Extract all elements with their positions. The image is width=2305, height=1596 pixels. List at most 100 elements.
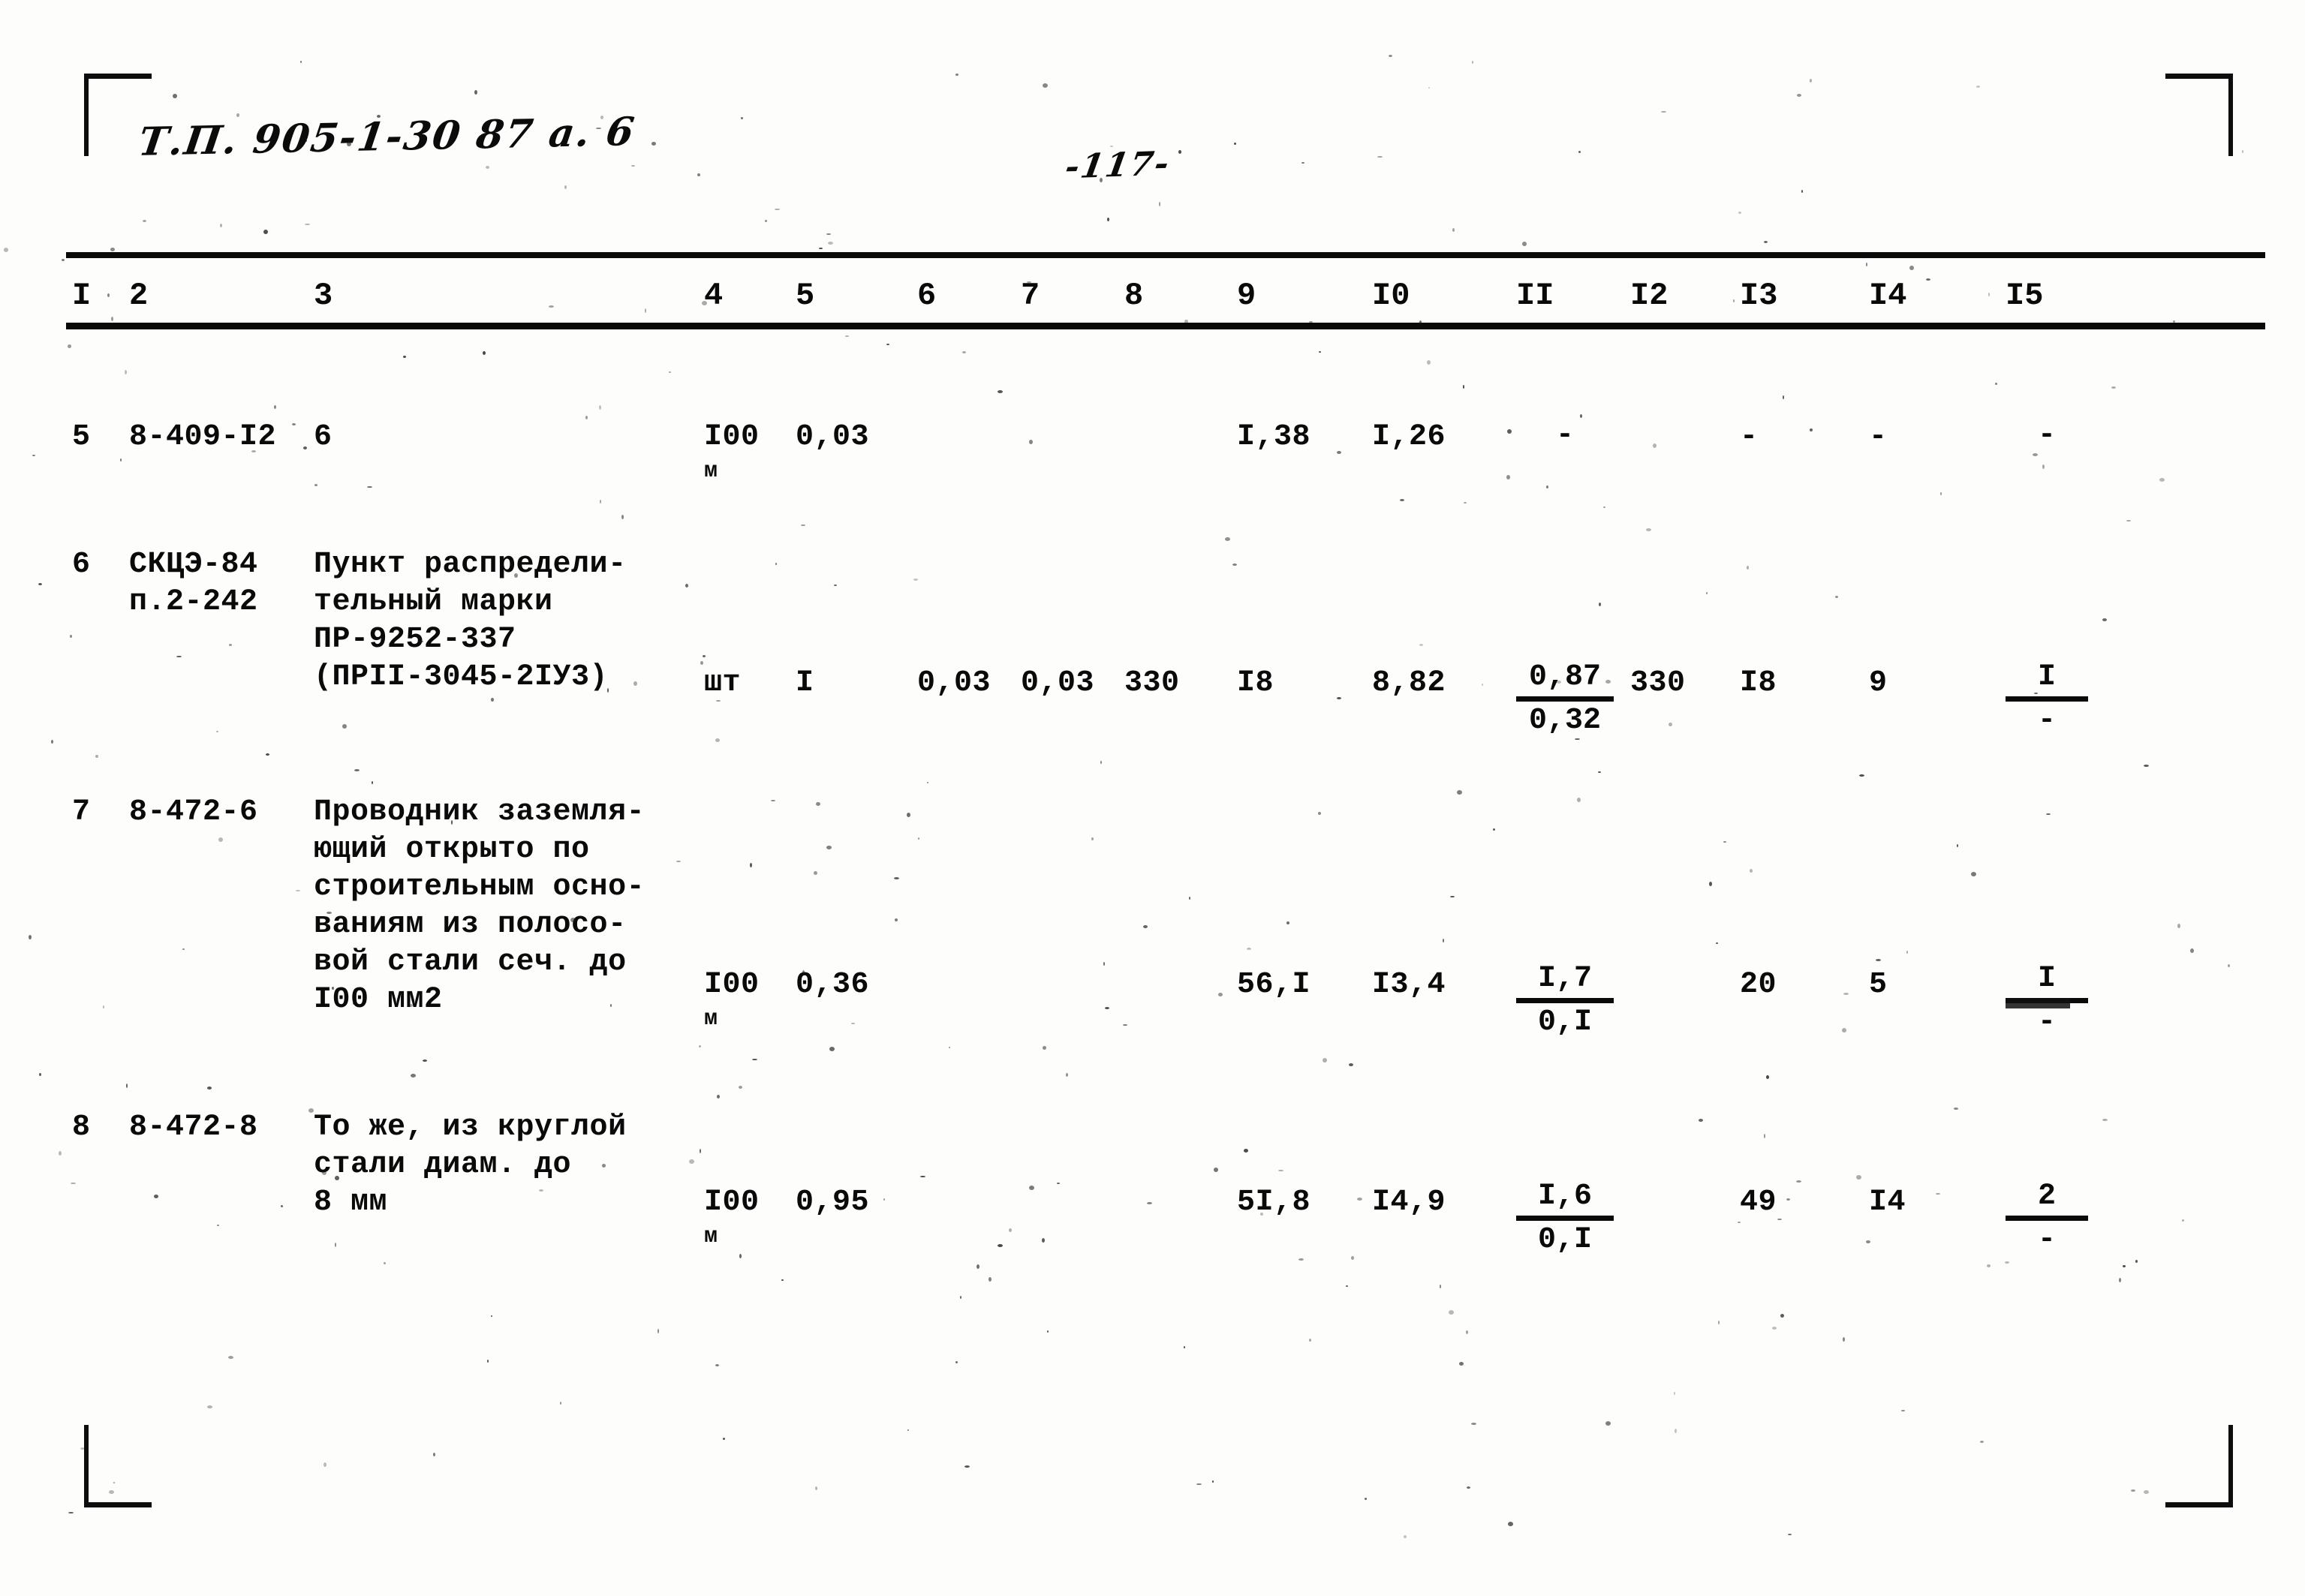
- scan-speckle: [1786, 1198, 1790, 1201]
- scan-speckle: [1286, 921, 1289, 924]
- table-row-value-col5: 0,36: [796, 968, 870, 1002]
- scan-speckle: [1100, 761, 1102, 764]
- table-row-value-col11-divider: [1516, 998, 1614, 1003]
- scan-speckle: [1777, 1219, 1782, 1220]
- scan-speckle: [775, 563, 777, 565]
- table-row-value-col9: I,38: [1237, 420, 1311, 454]
- table-row-description: Проводник заземля- ющий открыто по строи…: [314, 795, 645, 1017]
- scan-speckle: [1318, 812, 1321, 815]
- table-column-number-13: I3: [1740, 278, 1778, 314]
- scan-speckle: [815, 1486, 817, 1490]
- scan-speckle: [1764, 1134, 1765, 1138]
- scan-speckle: [1346, 1285, 1348, 1287]
- scan-speckle: [895, 918, 898, 921]
- scan-speckle: [920, 1176, 925, 1177]
- table-row-value-col10: I3,4: [1372, 968, 1446, 1002]
- scan-speckle: [1674, 1392, 1675, 1395]
- scan-speckle: [989, 1277, 992, 1282]
- scan-speckle: [305, 140, 307, 142]
- table-row-unit: шт: [704, 665, 741, 702]
- scan-speckle: [715, 738, 720, 742]
- table-row-value-col15: 2-: [2006, 1180, 2088, 1258]
- scan-speckle: [1835, 596, 1838, 598]
- scan-speckle: [71, 1183, 76, 1184]
- scan-speckle: [1443, 939, 1444, 942]
- scan-speckle: [964, 1465, 970, 1468]
- scan-speckle: [828, 242, 833, 245]
- scan-speckle: [699, 1045, 701, 1047]
- scan-speckle: [1178, 150, 1181, 154]
- scan-speckle: [1522, 242, 1527, 246]
- scan-speckle: [1646, 528, 1651, 531]
- scan-speckle: [2177, 924, 2180, 928]
- table-row-value-col11: I,6 0,I: [1516, 1180, 1614, 1258]
- scan-speckle: [886, 344, 889, 345]
- scan-speckle: [1940, 492, 1942, 495]
- scan-speckle: [775, 209, 780, 210]
- scan-speckle: [1810, 428, 1813, 431]
- scan-speckle: [1909, 266, 1914, 270]
- scan-speckle: [750, 863, 752, 867]
- scan-speckle: [263, 230, 268, 234]
- table-column-number-9: 9: [1237, 278, 1256, 314]
- scan-speckle: [723, 1438, 725, 1440]
- scan-speckle: [2034, 693, 2038, 694]
- scan-speckle: [173, 94, 177, 98]
- scan-speckle: [1599, 603, 1601, 606]
- scan-speckle: [1100, 178, 1103, 182]
- scan-speckle: [217, 1225, 219, 1226]
- scan-speckle: [228, 1356, 233, 1359]
- scan-speckle: [2135, 1260, 2138, 1263]
- table-row-value-col10: I,26: [1372, 420, 1446, 454]
- table-row-value-col11-denominator: 0,I: [1537, 1005, 1592, 1039]
- scan-speckle: [1733, 299, 1735, 302]
- table-column-number-4: 4: [704, 278, 724, 314]
- scan-speckle: [1506, 475, 1510, 479]
- scan-speckle: [1234, 143, 1236, 145]
- scan-speckle: [486, 166, 489, 169]
- scan-speckle: [669, 371, 671, 373]
- scan-speckle: [1598, 771, 1601, 773]
- scan-speckle: [1337, 451, 1341, 454]
- scan-speckle: [1575, 738, 1580, 740]
- scan-speckle: [1471, 1423, 1476, 1425]
- table-row-value-col13: 20: [1740, 968, 1777, 1002]
- scan-speckle: [1464, 502, 1467, 503]
- scan-speckle: [802, 970, 805, 975]
- table-row-value-col15-numerator: I: [2037, 660, 2056, 694]
- table-column-number-7: 7: [1021, 278, 1040, 314]
- scan-speckle: [781, 1279, 784, 1281]
- table-row-value-col5: 0,95: [796, 1186, 870, 1219]
- table-row-value-col15-denominator: -: [2037, 1005, 2056, 1039]
- scan-speckle: [347, 142, 351, 146]
- scan-speckle: [549, 305, 554, 308]
- scan-speckle: [1764, 241, 1768, 243]
- scan-speckle: [305, 224, 310, 225]
- scan-speckle: [913, 579, 918, 581]
- scan-speckle: [645, 308, 646, 313]
- scan-speckle: [1337, 697, 1341, 699]
- table-row-unit-value: I00: [704, 968, 760, 1002]
- table-row-description: 6: [314, 420, 333, 454]
- scan-speckle: [1027, 281, 1031, 283]
- scan-speckle: [39, 1073, 41, 1076]
- table-row-value-col5: 0,03: [796, 420, 870, 454]
- scan-speckle: [1578, 151, 1581, 153]
- table-row-description: Пункт распредели- тельный марки ПР-9252-…: [314, 548, 627, 694]
- table-row-value-col15-numerator: 2: [2037, 1180, 2056, 1213]
- scan-speckle: [342, 724, 347, 729]
- scan-speckle: [596, 128, 601, 129]
- scan-speckle: [372, 781, 373, 784]
- scan-speckle: [1427, 360, 1431, 365]
- scan-speckle: [1738, 212, 1741, 214]
- scan-speckle: [771, 800, 775, 801]
- scan-speckle: [702, 301, 707, 305]
- table-row-value-col15-numerator: -: [2037, 419, 2056, 452]
- scan-speckle: [1797, 94, 1801, 97]
- table-column-number-10: I0: [1372, 278, 1410, 314]
- table-row-unit-suffix: м: [704, 458, 718, 484]
- scan-speckle: [1843, 1337, 1845, 1342]
- scan-speckle: [1796, 1180, 1801, 1183]
- scan-speckle: [1980, 1441, 1984, 1443]
- scan-speckle: [1298, 1258, 1304, 1261]
